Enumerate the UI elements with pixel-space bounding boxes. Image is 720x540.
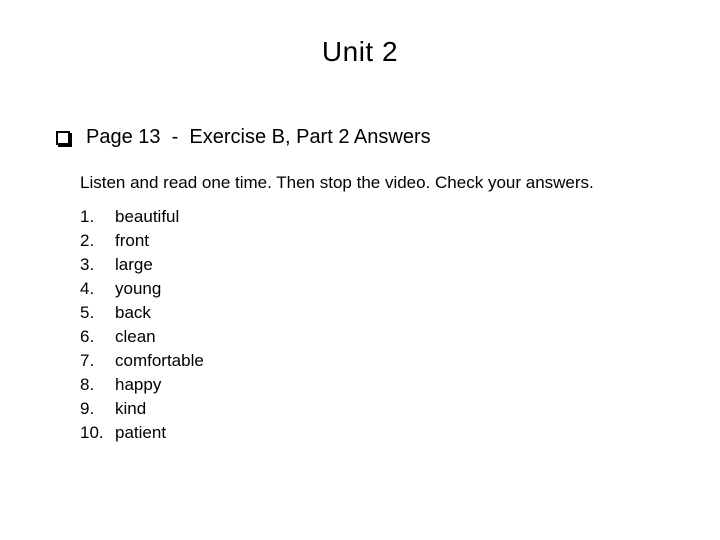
list-item: 1. beautiful: [80, 205, 204, 229]
item-word: beautiful: [115, 207, 180, 226]
list-item: 4. young: [80, 277, 204, 301]
item-number: 1.: [80, 207, 95, 226]
list-item: 8. happy: [80, 373, 204, 397]
item-word: young: [115, 279, 162, 298]
list-item: 3. large: [80, 253, 204, 277]
item-number: 9.: [80, 399, 95, 418]
item-number: 5.: [80, 303, 95, 322]
item-number: 10.: [80, 423, 104, 442]
item-word: patient: [115, 423, 167, 442]
item-number: 7.: [80, 351, 95, 370]
heading-row: Page 13 - Exercise B, Part 2 Answers: [56, 126, 431, 149]
list-item: 7. comfortable: [80, 349, 204, 373]
item-number: 8.: [80, 375, 95, 394]
item-word: front: [115, 231, 150, 250]
checkbox-bullet-icon: [56, 131, 70, 145]
list-item: 2. front: [80, 229, 204, 253]
list-item: 6. clean: [80, 325, 204, 349]
instructions: Listen and read one time. Then stop the …: [80, 173, 594, 192]
list-item: 10. patient: [80, 421, 204, 445]
item-word: clean: [115, 327, 156, 346]
item-number: 3.: [80, 255, 95, 274]
item-number: 6.: [80, 327, 95, 346]
list-item: 5. back: [80, 301, 204, 325]
item-number: 2.: [80, 231, 95, 250]
item-word: kind: [115, 399, 147, 418]
item-word: happy: [115, 375, 162, 394]
slide-title: Unit 2: [321, 36, 399, 67]
item-word: comfortable: [115, 351, 204, 370]
exercise-heading: Page 13 - Exercise B, Part 2 Answers: [86, 126, 431, 148]
answer-list: 1. beautiful 2. front 3. large 4. young 5. ba…: [80, 205, 204, 445]
item-word: back: [115, 303, 151, 322]
item-word: large: [115, 255, 153, 274]
list-item: 9. kind: [80, 397, 204, 421]
item-number: 4.: [80, 279, 95, 298]
